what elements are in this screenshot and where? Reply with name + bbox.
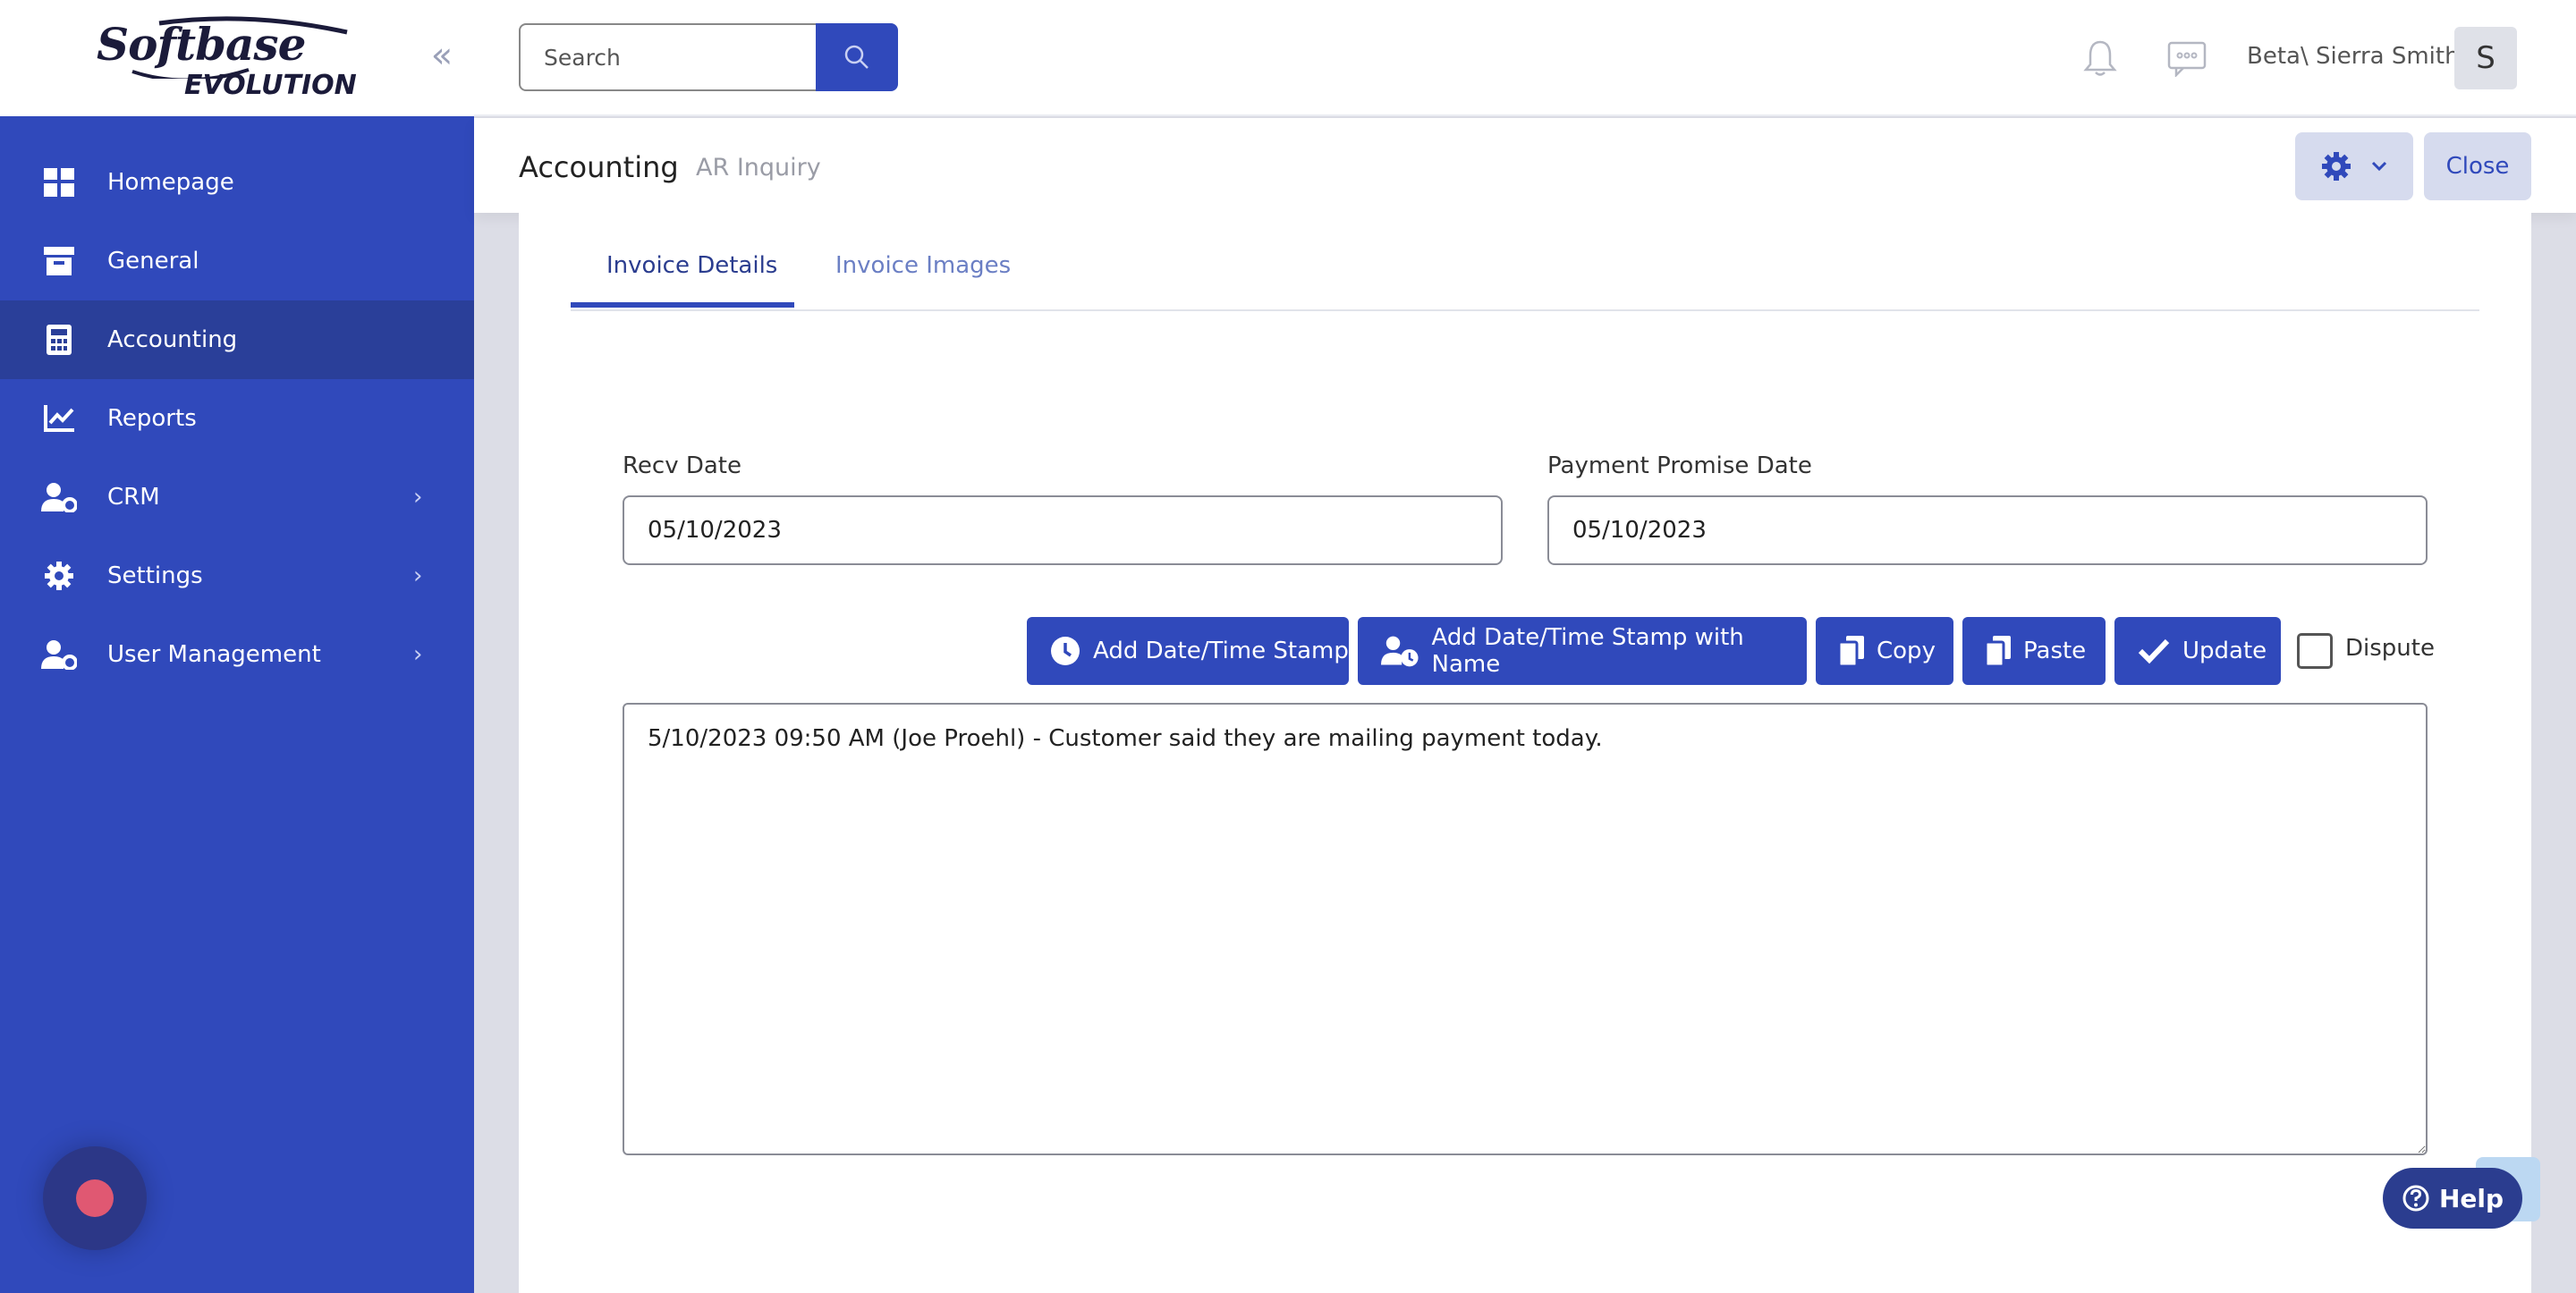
sidebar-item-reports[interactable]: Reports [0, 379, 474, 458]
sidebar-item-homepage[interactable]: Homepage [0, 143, 474, 222]
recv-date-field[interactable] [623, 495, 1503, 565]
tab-invoice-images[interactable]: Invoice Images [835, 252, 1011, 279]
sidebar-item-accounting[interactable]: Accounting [0, 300, 474, 379]
breadcrumb-module[interactable]: Accounting [519, 150, 679, 184]
search-input[interactable] [519, 23, 818, 91]
archive-icon [41, 243, 77, 279]
sidebar-item-label: General [107, 248, 199, 275]
chevron-down-icon [2371, 161, 2387, 172]
sidebar-item-label: CRM [107, 484, 160, 511]
user-clock-icon [1381, 636, 1419, 667]
paste-button[interactable]: Paste [1962, 617, 2106, 685]
logo-text-evolution: EVOLUTION [184, 70, 357, 101]
add-date-time-stamp-button[interactable]: Add Date/Time Stamp [1027, 617, 1349, 685]
paste-icon [1986, 636, 2011, 666]
clock-icon [1051, 637, 1080, 665]
chat-status-dot [76, 1179, 114, 1217]
invoice-panel: Invoice Details Invoice Images Recv Date… [519, 213, 2531, 1293]
active-tab-indicator [571, 302, 794, 308]
collapse-sidebar-icon[interactable]: « [422, 38, 462, 77]
help-button[interactable]: Help [2383, 1168, 2522, 1229]
copy-icon [1839, 636, 1864, 666]
recv-date-label: Recv Date [623, 452, 741, 479]
sidebar-item-crm[interactable]: CRM › [0, 458, 474, 537]
topbar: Beta\ Sierra Smith S [474, 0, 2576, 116]
message-icon[interactable] [2167, 41, 2207, 80]
sidebar-item-label: Accounting [107, 326, 238, 353]
sidebar-item-settings[interactable]: Settings › [0, 537, 474, 615]
softbase-logo[interactable]: Softbase EVOLUTION [97, 16, 365, 106]
button-label: Update [2182, 638, 2267, 664]
payment-promise-date-field[interactable] [1547, 495, 2428, 565]
question-circle-icon [2402, 1185, 2429, 1212]
sidebar: Softbase EVOLUTION « Homepage General Ac… [0, 0, 474, 1293]
logo-text-softbase: Softbase [97, 18, 306, 71]
help-label: Help [2438, 1183, 2504, 1213]
tab-invoice-details[interactable]: Invoice Details [606, 252, 777, 279]
page-header: Accounting AR Inquiry Close [474, 118, 2576, 213]
add-date-time-stamp-with-name-button[interactable]: Add Date/Time Stamp with Name [1358, 617, 1807, 685]
chevron-right-icon: › [413, 641, 423, 668]
sidebar-item-label: Settings [107, 562, 203, 589]
chevron-right-icon: › [413, 484, 423, 511]
sidebar-item-label: User Management [107, 641, 321, 668]
chat-launcher-button[interactable] [43, 1146, 147, 1250]
dispute-label: Dispute [2345, 635, 2435, 662]
update-button[interactable]: Update [2114, 617, 2281, 685]
dispute-checkbox[interactable] [2297, 633, 2333, 669]
button-label: Paste [2023, 638, 2087, 664]
settings-dropdown-button[interactable] [2295, 132, 2413, 200]
chart-line-icon [41, 401, 77, 436]
button-label: Add Date/Time Stamp with Name [1431, 624, 1744, 678]
user-cog-icon [41, 479, 77, 515]
user-name[interactable]: Beta\ Sierra Smith [2247, 43, 2460, 70]
user-cog-icon [41, 637, 77, 672]
avatar[interactable]: S [2454, 27, 2517, 89]
sidebar-item-label: Reports [107, 405, 197, 432]
search-button[interactable] [816, 23, 898, 91]
grid-icon [41, 165, 77, 200]
bell-icon[interactable] [2082, 39, 2118, 80]
search-icon [844, 45, 869, 69]
calculator-icon [41, 322, 77, 358]
notes-textarea[interactable]: 5/10/2023 09:50 AM (Joe Proehl) - Custom… [623, 703, 2428, 1155]
copy-button[interactable]: Copy [1816, 617, 1953, 685]
close-button[interactable]: Close [2424, 132, 2531, 200]
sidebar-item-label: Homepage [107, 169, 234, 196]
button-label: Add Date/Time Stamp [1093, 638, 1349, 664]
tab-bar: Invoice Details Invoice Images [571, 213, 2479, 311]
chevron-right-icon: › [413, 562, 423, 589]
gear-icon [41, 558, 77, 594]
sidebar-item-general[interactable]: General [0, 222, 474, 300]
payment-promise-date-label: Payment Promise Date [1547, 452, 1812, 479]
logo-area: Softbase EVOLUTION « [0, 0, 474, 116]
breadcrumb-page: AR Inquiry [696, 154, 821, 182]
sidebar-item-user-management[interactable]: User Management › [0, 615, 474, 694]
button-label: Copy [1877, 638, 1936, 664]
gear-icon [2322, 152, 2351, 181]
check-icon [2138, 638, 2170, 664]
